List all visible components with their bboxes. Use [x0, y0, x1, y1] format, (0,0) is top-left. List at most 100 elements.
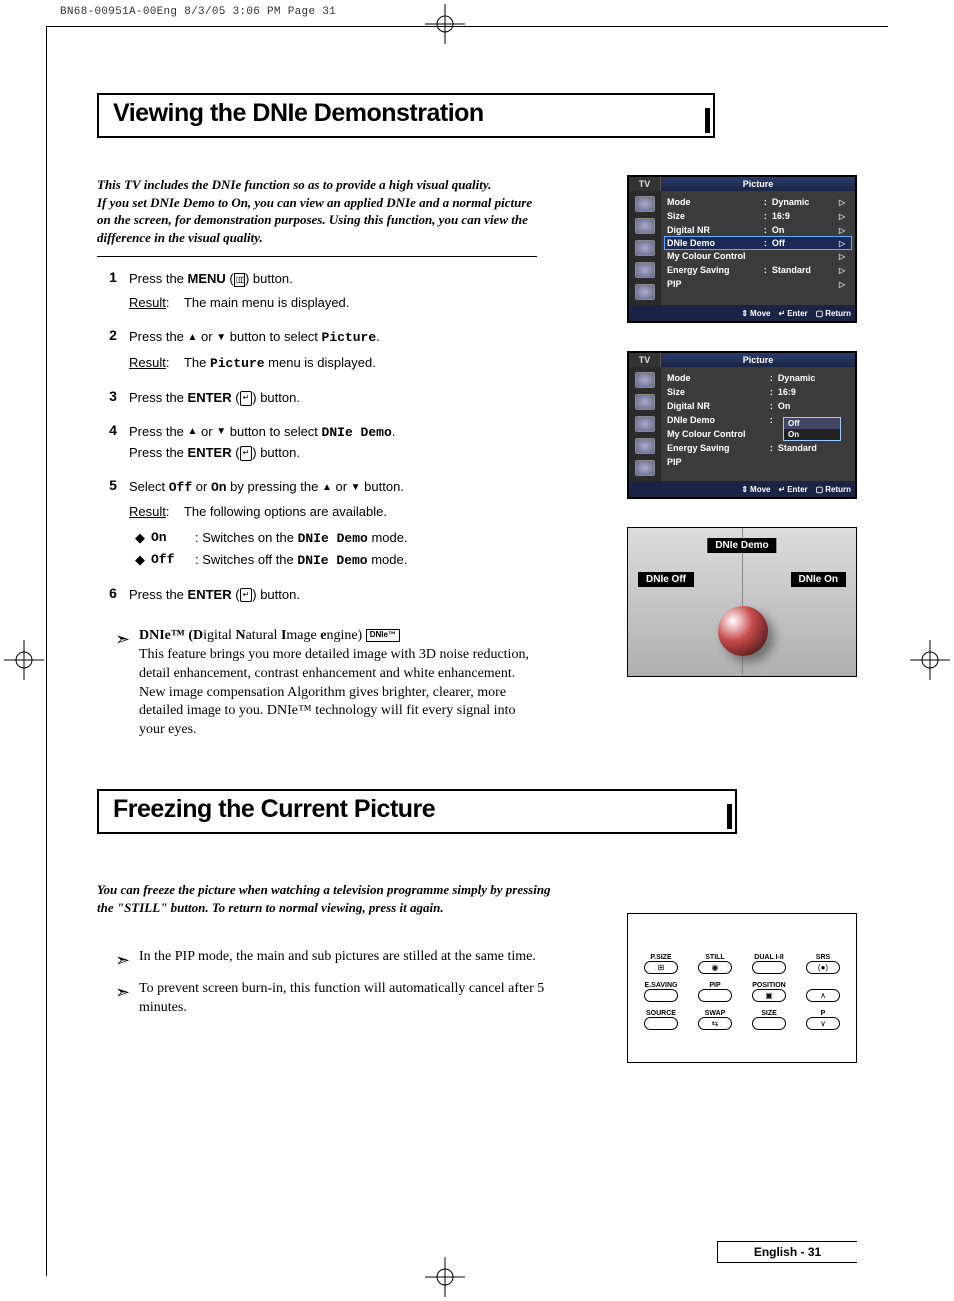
menu-icon: ▯▯▯ — [234, 273, 245, 287]
page-number: English - 31 — [717, 1241, 857, 1263]
text: D — [193, 628, 203, 643]
section-title: Freezing the Current Picture — [97, 789, 737, 834]
text: Picture — [322, 330, 377, 345]
divider — [97, 256, 537, 257]
osd-item-label: My Colour Control — [667, 429, 770, 439]
text: mage — [286, 628, 320, 643]
enter-icon: ↵ — [240, 588, 253, 602]
step-number: 1 — [97, 269, 129, 313]
text: DNIe Demo — [322, 425, 392, 440]
osd-icon — [635, 284, 655, 300]
section-title: Viewing the DNIe Demonstration — [97, 93, 715, 138]
text: ENTER — [188, 390, 232, 405]
text: igital — [203, 628, 235, 643]
section-2: Freezing the Current Picture You can fre… — [97, 789, 857, 834]
text: Press the — [129, 587, 188, 602]
step-number: 4 — [97, 422, 129, 463]
enter-hint: ↵ Enter — [779, 309, 808, 318]
text: Press the — [129, 390, 188, 405]
osd-footer: ⇕ Move ↵ Enter ▢ Return — [629, 481, 855, 497]
text: by pressing the — [227, 479, 322, 494]
osd-item-value: 16:9 — [772, 211, 839, 221]
text: Picture — [210, 356, 265, 371]
step-number: 2 — [97, 327, 129, 373]
move-hint: ⇕ Move — [741, 309, 770, 318]
text: The — [184, 355, 210, 370]
remote-button: ∨ — [806, 1017, 840, 1030]
step-number: 3 — [97, 388, 129, 408]
step: 5 Select Off or On by pressing the ▲ or … — [97, 477, 537, 571]
text: button to select — [226, 329, 321, 344]
up-arrow-icon: ▲ — [188, 333, 198, 343]
remote-button-row: ⊞ ◉ (●) — [628, 961, 856, 978]
osd-icon — [635, 438, 655, 454]
chevron-right-icon: ▷ — [839, 239, 849, 248]
osd-item-label: DNIe Demo — [667, 415, 770, 425]
step: 4 Press the ▲ or ▼ button to select DNIe… — [97, 422, 537, 463]
text: menu is displayed. — [265, 355, 376, 370]
remote-button: ⊞ — [644, 961, 678, 974]
step: 6 Press the ENTER (↵) button. — [97, 585, 537, 605]
down-arrow-icon: ▼ — [736, 934, 748, 948]
up-arrow-icon: ▲ — [322, 483, 332, 493]
text: button. — [361, 479, 404, 494]
osd-item-value: Off — [772, 238, 839, 248]
text: The following options are available. — [184, 504, 387, 519]
osd-item-label: Digital NR — [667, 225, 764, 235]
diamond-bullet-icon: ◆ — [129, 528, 151, 549]
text: On — [151, 528, 195, 549]
osd-title: Picture — [661, 177, 855, 191]
step-number: 5 — [97, 477, 129, 571]
note-block: ➣ In the PIP mode, the main and sub pict… — [97, 948, 557, 972]
text: ( — [226, 271, 234, 286]
remote-button: ▣ — [752, 989, 786, 1002]
up-arrow-icon: ▲ — [188, 427, 198, 437]
step-number: 6 — [97, 585, 129, 605]
enter-icon: ↵ — [240, 391, 253, 405]
remote-button — [698, 989, 732, 1002]
text: atural — [246, 628, 281, 643]
remote-button-row: ⇆ ∨ — [628, 1017, 856, 1034]
text: On — [211, 480, 227, 495]
remote-button-label: SOURCE — [639, 1010, 683, 1017]
osd-popup: Off On — [783, 417, 841, 441]
option-list: ◆On: Switches on the DNIe Demo mode. ◆Of… — [129, 528, 537, 570]
osd-items: Mode:Dynamic▷ Size:16:9▷ Digital NR:On▷ … — [661, 191, 855, 305]
page-content: Viewing the DNIe Demonstration This TV i… — [97, 93, 857, 1263]
remote-label-row: SOURCE SWAP SIZE P — [628, 1006, 856, 1017]
intro-text: This TV includes the DNIe function so as… — [97, 176, 537, 246]
down-arrow-icon: ▼ — [351, 483, 361, 493]
step-body: Press the ENTER (↵) button. — [129, 585, 537, 605]
osd-item-value: Dynamic — [772, 197, 839, 207]
text: or — [197, 329, 216, 344]
note-block: ➣ DNIe™ (Digital Natural Image engine) D… — [97, 627, 537, 740]
chevron-right-icon: ▷ — [839, 212, 849, 221]
remote-button-label — [801, 982, 845, 989]
tv-label: TV — [629, 177, 661, 191]
dnie-demo-preview: DNIe Demo DNIe Off DNIe On — [627, 527, 857, 677]
text: Press the — [129, 329, 188, 344]
diamond-bullet-icon: ◆ — [129, 550, 151, 571]
remote-button — [644, 989, 678, 1002]
enter-icon: ↵ — [240, 446, 253, 460]
remote-button — [752, 1017, 786, 1030]
osd-panel-1: TV Picture Mode:Dynamic▷ Size:16:9▷ Digi… — [627, 175, 857, 323]
remote-button — [752, 961, 786, 974]
chevron-right-icon: ▷ — [839, 198, 849, 207]
registration-mark-icon — [4, 640, 44, 680]
remote-button-label: POSITION — [747, 982, 791, 989]
dnie-badge-icon: DNIe™ — [366, 629, 400, 642]
osd-item-label: PIP — [667, 457, 770, 467]
step: 1 Press the MENU (▯▯▯) button. Result: T… — [97, 269, 537, 313]
note-body: DNIe™ (Digital Natural Image engine) DNI… — [139, 627, 537, 740]
steps-list: 1 Press the MENU (▯▯▯) button. Result: T… — [97, 269, 537, 605]
text: This feature brings you more detailed im… — [139, 646, 537, 740]
result-label: Result — [129, 504, 166, 519]
text: ( — [232, 587, 240, 602]
step-body: Press the MENU (▯▯▯) button. Result: The… — [129, 269, 537, 313]
popup-option: On — [784, 429, 840, 440]
main-column: You can freeze the picture when watching… — [97, 857, 557, 1026]
remote-button — [644, 1017, 678, 1030]
osd-icon — [635, 262, 655, 278]
return-hint: ▢ Return — [816, 485, 851, 494]
